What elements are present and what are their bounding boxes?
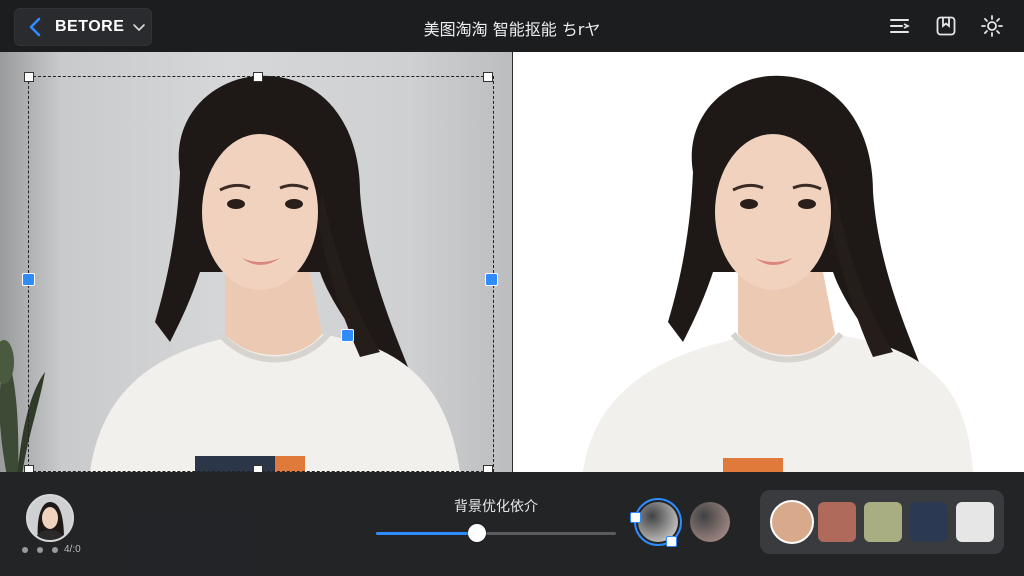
resize-handle-top-left[interactable]: [24, 72, 34, 82]
menu-lines-icon[interactable]: [888, 14, 912, 38]
slider-fill: [376, 532, 477, 535]
resize-handle-top[interactable]: [253, 72, 263, 82]
page-indicator: 4/:0: [22, 544, 81, 555]
swatch-terracotta[interactable]: [818, 502, 856, 542]
avatar-portrait: [28, 496, 72, 540]
optimization-slider[interactable]: [376, 524, 616, 542]
result-image-pane[interactable]: [513, 52, 1024, 472]
page-count: 4/:0: [64, 544, 81, 555]
selection-box[interactable]: [22, 72, 498, 472]
page-dot[interactable]: [52, 546, 58, 553]
chevron-down-icon[interactable]: [132, 20, 146, 34]
person-cutout: [583, 75, 973, 472]
color-swatch-panel: [760, 490, 1004, 554]
texture-badge-icon: [630, 512, 641, 523]
bottom-toolbar: 4/:0 背景优化依介: [0, 472, 1024, 576]
swatch-light-gray[interactable]: [956, 502, 994, 542]
texture-option-pink[interactable]: [690, 502, 730, 542]
bookmark-frame-icon[interactable]: [934, 14, 958, 38]
back-button[interactable]: BETORE: [14, 8, 152, 46]
resize-handle-bottom-right[interactable]: [483, 465, 493, 472]
resize-handle-bottom-left[interactable]: [24, 465, 34, 472]
resize-handle-right[interactable]: [485, 273, 498, 286]
top-bar: BETORE 美图淘淘 智能抠能 ちrヤ: [0, 0, 1024, 52]
slider-label: 背景优化依介: [454, 499, 538, 515]
resize-handle-bottom[interactable]: [253, 465, 263, 472]
page-title: 美图淘淘 智能抠能 ちrヤ: [423, 20, 601, 39]
chevron-left-icon: [29, 17, 41, 37]
texture-badge-icon: [666, 536, 677, 547]
page-dot[interactable]: [37, 546, 43, 553]
swatch-skin-beige[interactable]: [770, 500, 814, 544]
swatch-sage[interactable]: [864, 502, 902, 542]
page-dot[interactable]: [22, 546, 28, 553]
resize-handle-top-right[interactable]: [483, 72, 493, 82]
edge-anchor-point[interactable]: [341, 329, 354, 342]
slider-thumb[interactable]: [467, 524, 486, 542]
avatar[interactable]: [26, 494, 74, 542]
swatch-navy[interactable]: [910, 502, 948, 542]
gear-icon[interactable]: [980, 14, 1004, 38]
original-image-pane[interactable]: [0, 52, 512, 472]
resize-handle-left[interactable]: [22, 273, 35, 286]
back-label: BETORE: [55, 18, 125, 35]
